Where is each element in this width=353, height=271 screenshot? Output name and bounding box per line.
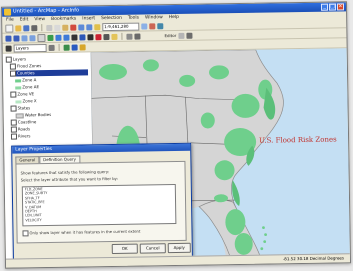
select-features-icon[interactable] bbox=[71, 34, 78, 41]
delete-icon[interactable] bbox=[70, 24, 77, 31]
attribute-list[interactable]: FLD_ZONE ZONE_SUBTY SFHA_TF STATIC_BFE V… bbox=[21, 184, 177, 227]
label-icon[interactable] bbox=[79, 43, 86, 51]
toc-layer-row[interactable]: Flood Zones bbox=[9, 63, 41, 70]
editor-menu[interactable]: Editor bbox=[164, 33, 176, 38]
toolbar-separator bbox=[121, 32, 123, 40]
close-button[interactable]: × bbox=[336, 3, 345, 11]
toc-layer-row[interactable]: Layers bbox=[5, 56, 26, 63]
zoom-in-icon[interactable] bbox=[5, 35, 12, 42]
find-icon[interactable] bbox=[95, 33, 102, 40]
cut-icon[interactable] bbox=[46, 24, 53, 31]
layer-select[interactable]: Layers bbox=[13, 43, 47, 53]
add-data-icon[interactable] bbox=[94, 23, 101, 30]
help-icon[interactable] bbox=[157, 22, 164, 29]
redo-icon[interactable] bbox=[86, 23, 93, 30]
minimize-button[interactable]: _ bbox=[320, 3, 329, 11]
dialog-title: Layer Properties bbox=[12, 143, 191, 154]
save-icon[interactable] bbox=[23, 24, 30, 31]
toc-legend-row: Zone X bbox=[15, 98, 37, 104]
map-title-label: U.S. Flood Risk Zones bbox=[259, 135, 337, 145]
georeference-icon[interactable] bbox=[63, 44, 70, 51]
fixed-zoom-in-icon[interactable] bbox=[21, 34, 28, 41]
back-extent-icon[interactable] bbox=[55, 34, 62, 41]
apply-button[interactable]: Apply bbox=[167, 242, 191, 254]
toc-layer-row-selected[interactable]: Counties bbox=[9, 69, 89, 77]
query-instruction: Show features that satisfy the following… bbox=[20, 169, 110, 176]
full-extent-icon[interactable] bbox=[47, 34, 54, 41]
arctoolbox-icon[interactable] bbox=[149, 22, 156, 29]
undo-icon[interactable] bbox=[78, 23, 85, 31]
toc-legend-row: Water Bodies bbox=[15, 112, 52, 119]
fixed-zoom-out-icon[interactable] bbox=[29, 34, 36, 41]
toc-layer-row[interactable]: Coastline bbox=[10, 119, 37, 126]
maximize-button[interactable]: □ bbox=[328, 3, 337, 11]
coordinate-readout: -81.52 30.18 Decimal Degrees bbox=[282, 255, 344, 262]
toc-layer-row[interactable]: Zone VE bbox=[10, 91, 34, 98]
app-window: Untitled - ArcMap - ArcInfo _ □ × File E… bbox=[0, 1, 352, 269]
go-to-xy-icon[interactable] bbox=[134, 33, 141, 40]
sketch-tool-icon[interactable] bbox=[186, 32, 193, 39]
editor-toolbar-icon[interactable] bbox=[141, 22, 148, 30]
edit-tool-icon[interactable] bbox=[178, 32, 185, 39]
window-controls: _ □ × bbox=[320, 3, 345, 11]
zoom-out-icon[interactable] bbox=[13, 34, 20, 42]
toc-legend-row: Zone AE bbox=[15, 84, 39, 90]
toolbar-separator bbox=[58, 43, 60, 51]
new-document-icon[interactable] bbox=[5, 24, 14, 33]
measure-icon[interactable] bbox=[103, 33, 110, 40]
print-icon[interactable] bbox=[31, 24, 38, 31]
map-scale-input[interactable]: 1:9,461,280 bbox=[102, 22, 140, 31]
dropdown-arrow-icon[interactable] bbox=[48, 44, 55, 51]
toc-layer-row[interactable]: States bbox=[10, 105, 31, 112]
app-icon bbox=[3, 8, 12, 16]
select-elements-icon[interactable] bbox=[79, 33, 86, 41]
pan-icon[interactable] bbox=[37, 33, 46, 42]
paste-icon[interactable] bbox=[62, 24, 69, 31]
dialog-panel: Show features that satisfy the following… bbox=[15, 160, 187, 244]
identify-icon[interactable] bbox=[87, 33, 94, 40]
layer-properties-dialog: Layer Properties General Definition Quer… bbox=[11, 142, 193, 261]
toc-layer-row[interactable]: Roads bbox=[10, 126, 30, 133]
open-folder-icon[interactable] bbox=[15, 24, 22, 32]
time-slider-icon[interactable] bbox=[126, 33, 133, 40]
copy-icon[interactable] bbox=[54, 24, 61, 31]
toc-layer-row[interactable]: Rivers bbox=[10, 133, 31, 140]
forward-extent-icon[interactable] bbox=[63, 34, 70, 41]
cancel-button[interactable]: Cancel bbox=[139, 243, 166, 254]
hyperlink-icon[interactable] bbox=[111, 33, 118, 40]
ok-button[interactable]: OK bbox=[111, 243, 138, 255]
pointer-icon[interactable] bbox=[5, 45, 12, 52]
toc-legend-row: Zone A bbox=[15, 77, 36, 83]
toolbar-separator bbox=[41, 24, 43, 32]
screenshot-frame: Untitled - ArcMap - ArcInfo _ □ × File E… bbox=[0, 0, 353, 271]
window-title: Untitled - ArcMap - ArcInfo bbox=[12, 7, 80, 15]
extent-checkbox[interactable] bbox=[22, 230, 29, 237]
query-attribute-label: Select the layer attribute that you want… bbox=[20, 175, 118, 183]
rotate-icon[interactable] bbox=[71, 44, 78, 51]
extent-checkbox-label: Only show layer when it has features in … bbox=[29, 228, 141, 236]
